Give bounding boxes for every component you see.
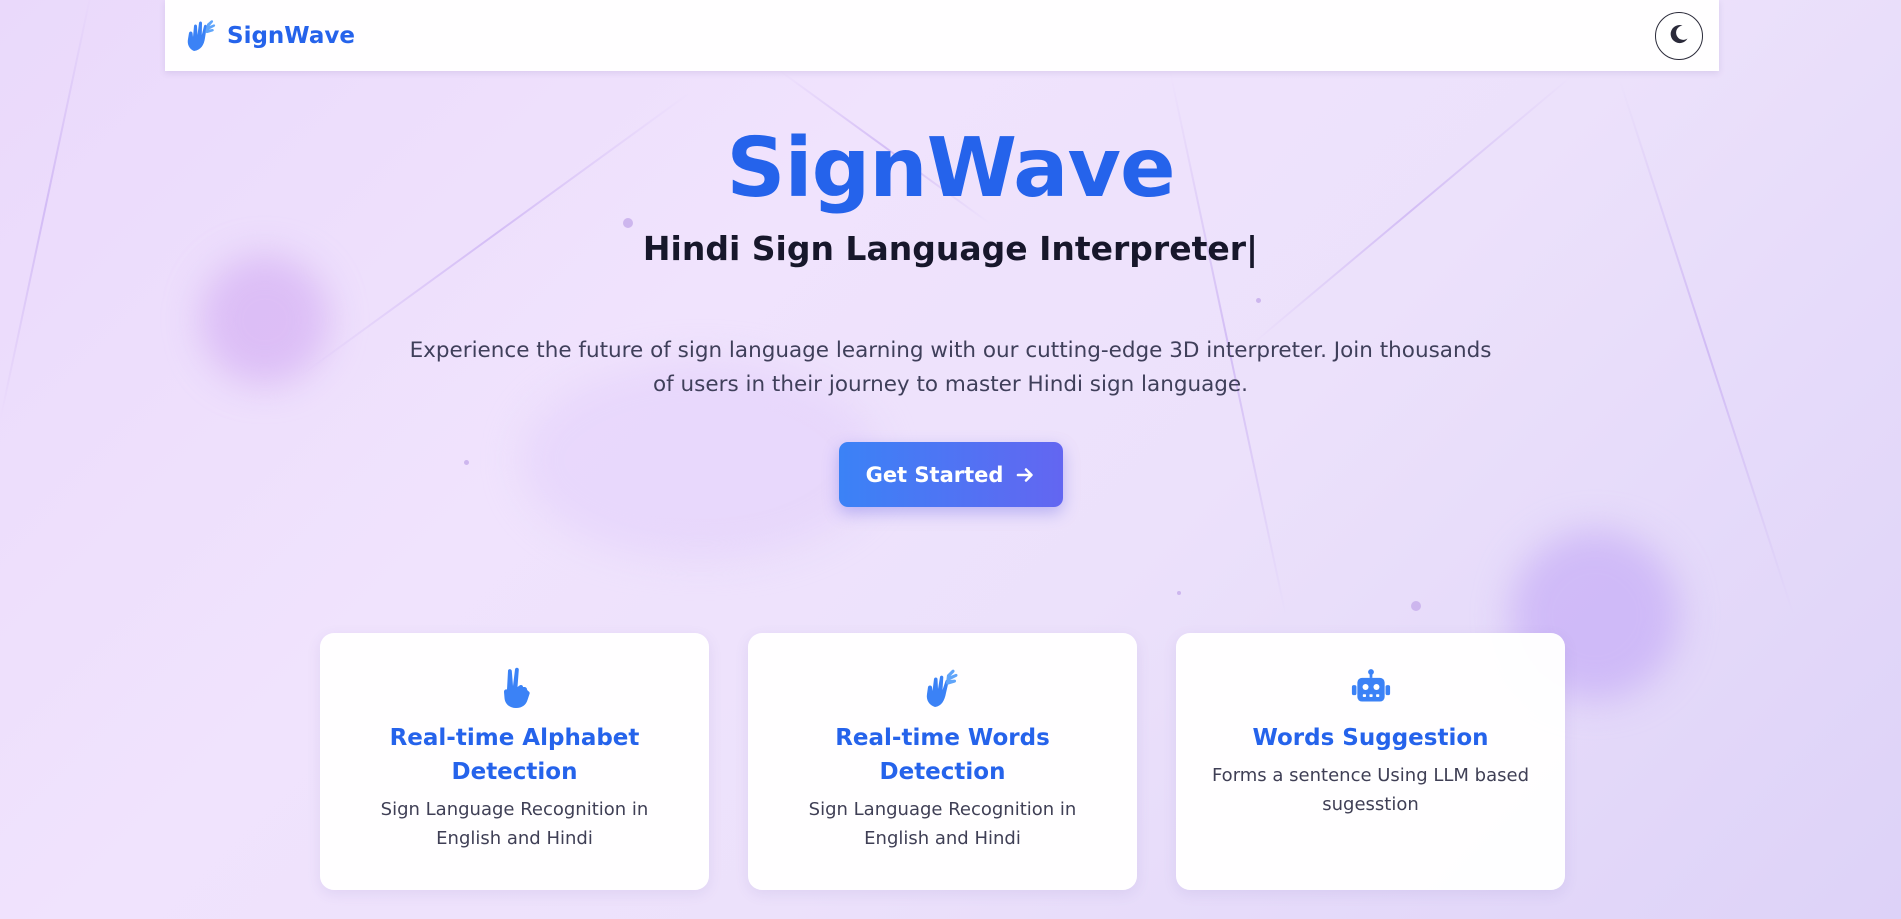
hero-description: Experience the future of sign language l… (409, 338, 1492, 397)
hero-title: SignWave (726, 121, 1175, 216)
get-started-label: Get Started (865, 462, 1004, 487)
features-section: Real-time Alphabet Detection Sign Langua… (320, 633, 1565, 890)
arrow-right-icon (1015, 465, 1035, 485)
bg-dot (1411, 601, 1421, 611)
theme-toggle-button[interactable] (1655, 11, 1703, 60)
peace-hand-icon (495, 665, 535, 709)
navbar: SignWave (165, 0, 1719, 71)
sign-hands-icon (923, 665, 963, 709)
hands-icon (185, 18, 217, 54)
get-started-button[interactable]: Get Started (838, 442, 1063, 507)
feature-description: Forms a sentence Using LLM based sugesst… (1211, 765, 1530, 815)
hero-section: SignWave Hindi Sign Language Interpreter… (0, 115, 1901, 507)
bg-dot (1177, 591, 1181, 595)
feature-title: Words Suggestion (1252, 725, 1489, 751)
feature-title: Real-time Words Detection (835, 725, 1050, 785)
feature-title: Real-time Alphabet Detection (389, 725, 640, 785)
moon-icon (1668, 23, 1690, 48)
feature-card-words-detection[interactable]: Real-time Words Detection Sign Language … (748, 633, 1137, 890)
brand-link[interactable]: SignWave (185, 18, 355, 54)
feature-description: Sign Language Recognition in English and… (380, 799, 649, 849)
feature-card-words-suggestion[interactable]: Words Suggestion Forms a sentence Using … (1176, 633, 1565, 890)
hero-subtitle: Hindi Sign Language Interpreter| (642, 229, 1259, 268)
robot-icon (1351, 665, 1391, 709)
brand-name: SignWave (227, 22, 355, 49)
feature-card-alphabet-detection[interactable]: Real-time Alphabet Detection Sign Langua… (320, 633, 709, 890)
feature-description: Sign Language Recognition in English and… (808, 799, 1077, 849)
